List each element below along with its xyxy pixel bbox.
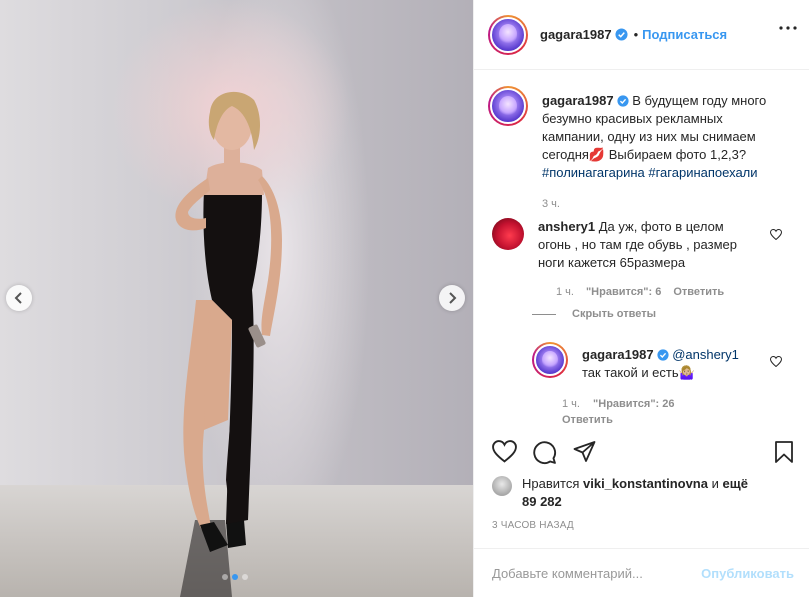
- reply-meta: 1 ч. "Нравится": 26 Ответить: [562, 396, 702, 428]
- comment-time[interactable]: 1 ч.: [556, 286, 574, 298]
- follow-button[interactable]: Подписаться: [642, 27, 727, 42]
- caption-author-avatar[interactable]: [488, 86, 528, 126]
- reply-reply-button[interactable]: Ответить: [562, 414, 613, 426]
- liker-username[interactable]: viki_konstantinovna: [583, 476, 708, 491]
- like-comment-heart-icon[interactable]: [770, 229, 782, 240]
- comments-list: gagara1987 В будущем году много безумно …: [474, 86, 809, 432]
- header-separator: •: [633, 27, 639, 42]
- share-send-icon[interactable]: [572, 440, 597, 464]
- verified-badge-icon: [615, 28, 628, 41]
- reply-time[interactable]: 1 ч.: [562, 398, 580, 410]
- post-photo[interactable]: [0, 0, 473, 597]
- model-figure: [175, 91, 282, 597]
- hide-replies-line: [532, 313, 556, 315]
- caption-body: gagara1987 В будущем году много безумно …: [542, 92, 782, 182]
- caption-username[interactable]: gagara1987: [542, 93, 614, 108]
- carousel-dots: [222, 574, 248, 580]
- hide-replies-label: Скрыть ответы: [572, 308, 656, 320]
- chevron-left-icon: [14, 292, 22, 304]
- hashtag-link[interactable]: #полинагагарина: [542, 165, 645, 180]
- hashtag-link[interactable]: #гагаринапоехали: [648, 165, 757, 180]
- comment-username[interactable]: anshery1: [538, 219, 595, 234]
- reply-username[interactable]: gagara1987: [582, 347, 654, 362]
- post-timestamp[interactable]: 3 ЧАСОВ НАЗАД: [492, 520, 574, 531]
- add-comment-bar: Опубликовать: [474, 548, 809, 597]
- verified-badge-icon: [656, 349, 669, 361]
- post-sidebar: gagara1987 • Подписаться gagara1987 В бу…: [473, 0, 809, 597]
- likes-prefix: Нравится: [522, 476, 580, 491]
- reply-body: gagara1987 @anshery1 так такой и есть🤷🏼‍…: [582, 346, 752, 382]
- carousel-dot: [242, 574, 248, 580]
- comment-input[interactable]: [492, 565, 692, 581]
- next-photo-button[interactable]: [439, 285, 465, 311]
- verified-badge-icon: [616, 95, 629, 107]
- reply-text: так такой и есть🤷🏼‍♀️: [582, 365, 695, 380]
- comment-body: anshery1 Да уж, фото в целом огонь , но …: [538, 218, 758, 272]
- publish-button[interactable]: Опубликовать: [701, 566, 794, 581]
- liker-avatar[interactable]: [492, 476, 512, 496]
- save-bookmark-icon[interactable]: [774, 440, 794, 464]
- chevron-right-icon: [449, 292, 457, 304]
- action-bar: [490, 440, 795, 470]
- commenter-avatar[interactable]: [492, 218, 524, 250]
- likes-text: Нравится viki_konstantinovna и ещё 89 28…: [522, 475, 762, 511]
- reply-likes[interactable]: "Нравится": 26: [593, 398, 674, 410]
- more-options-icon[interactable]: [779, 26, 797, 30]
- author-username[interactable]: gagara1987: [540, 27, 612, 42]
- reply-item: gagara1987 @anshery1 так такой и есть🤷🏼‍…: [532, 342, 752, 428]
- hide-replies-button[interactable]: Скрыть ответы: [532, 308, 656, 320]
- post-header: gagara1987 • Подписаться: [474, 0, 809, 70]
- like-reply-heart-icon[interactable]: [770, 356, 782, 367]
- reply-author-avatar[interactable]: [532, 342, 568, 378]
- carousel-dot: [222, 574, 228, 580]
- comment-reply-button[interactable]: Ответить: [673, 286, 724, 298]
- reply-mention-link[interactable]: @anshery1: [672, 347, 739, 362]
- carousel-dot-active: [232, 574, 238, 580]
- caption-time[interactable]: 3 ч.: [542, 198, 782, 210]
- comment-meta: 1 ч. "Нравится": 6 Ответить: [556, 286, 758, 298]
- comment-likes[interactable]: "Нравится": 6: [586, 286, 661, 298]
- previous-photo-button[interactable]: [6, 285, 32, 311]
- likes-summary: Нравится viki_konstantinovna и ещё 89 28…: [492, 475, 762, 511]
- likes-and: и: [711, 476, 719, 491]
- comment-bubble-icon[interactable]: [532, 440, 557, 465]
- like-heart-icon[interactable]: [492, 440, 517, 463]
- comment-item: anshery1 Да уж, фото в целом огонь , но …: [492, 218, 758, 298]
- author-avatar[interactable]: [488, 14, 528, 55]
- post-caption: gagara1987 В будущем году много безумно …: [488, 86, 782, 210]
